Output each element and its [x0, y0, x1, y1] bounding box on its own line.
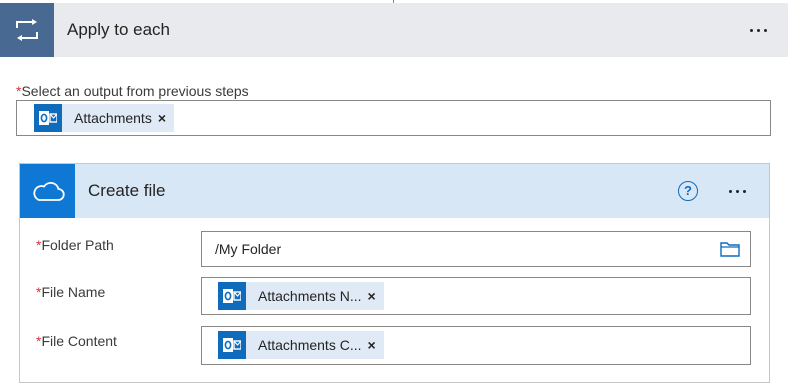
file-content-label: *File Content	[36, 333, 117, 349]
dot-icon	[764, 29, 767, 32]
dot-icon	[729, 190, 732, 193]
apply-to-each-title: Apply to each	[67, 20, 171, 39]
file-content-input[interactable]: Attachments C... ×	[201, 326, 751, 365]
token-label: Attachments C...	[258, 337, 362, 353]
loop-more-options-button[interactable]	[750, 29, 767, 32]
attachments-name-token[interactable]: Attachments N... ×	[218, 282, 384, 310]
dot-icon	[757, 29, 760, 32]
token-label: Attachments	[74, 110, 152, 126]
create-file-title: Create file	[88, 181, 166, 200]
create-file-header[interactable]: Create file ?	[20, 164, 769, 218]
action-more-options-button[interactable]	[729, 190, 746, 193]
file-content-label-text: File Content	[41, 333, 117, 349]
outlook-icon	[218, 282, 246, 310]
folder-icon[interactable]	[720, 241, 740, 262]
remove-token-button[interactable]: ×	[367, 288, 383, 304]
select-output-label: *Select an output from previous steps	[16, 83, 249, 99]
apply-to-each-header[interactable]: Apply to each	[0, 3, 788, 57]
dot-icon	[750, 29, 753, 32]
dot-icon	[736, 190, 739, 193]
attachments-content-token[interactable]: Attachments C... ×	[218, 331, 384, 359]
dot-icon	[743, 190, 746, 193]
outlook-icon	[218, 331, 246, 359]
folder-path-label-text: Folder Path	[41, 237, 114, 253]
folder-path-input[interactable]: /My Folder	[201, 231, 751, 267]
token-label: Attachments N...	[258, 288, 362, 304]
select-output-input[interactable]: Attachments ×	[16, 100, 771, 136]
attachments-token[interactable]: Attachments ×	[34, 104, 175, 132]
loop-icon	[0, 3, 54, 57]
remove-token-button[interactable]: ×	[367, 337, 383, 353]
outlook-icon	[34, 104, 62, 132]
remove-token-button[interactable]: ×	[158, 110, 174, 126]
folder-path-value: /My Folder	[215, 241, 282, 257]
help-icon[interactable]: ?	[678, 181, 698, 201]
select-output-label-text: Select an output from previous steps	[21, 83, 249, 99]
file-name-label: *File Name	[36, 284, 105, 300]
create-file-card: Create file ? *Folder Path /My Folder *F…	[19, 163, 770, 383]
file-name-label-text: File Name	[41, 284, 106, 300]
file-name-input[interactable]: Attachments N... ×	[201, 277, 751, 315]
folder-path-label: *Folder Path	[36, 237, 114, 253]
onedrive-icon	[20, 164, 75, 218]
